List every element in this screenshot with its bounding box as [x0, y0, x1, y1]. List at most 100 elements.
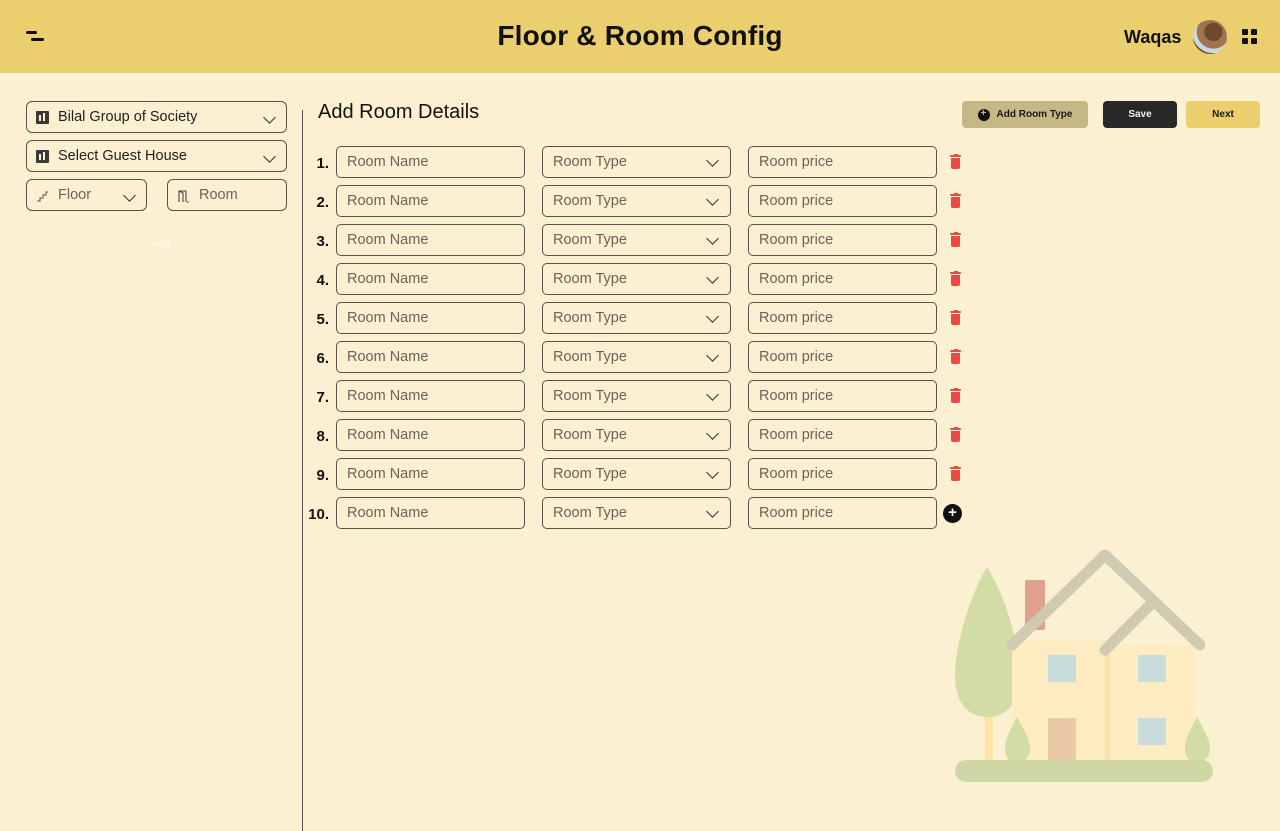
- building-icon: [36, 110, 49, 124]
- room-name-input[interactable]: Room Name: [336, 497, 525, 529]
- guest-house-select[interactable]: Select Guest House: [26, 140, 287, 172]
- add-button[interactable]: Add: [152, 238, 170, 249]
- row-number: 5.: [316, 311, 329, 328]
- room-price-input[interactable]: Room price: [748, 419, 937, 451]
- room-input[interactable]: Room: [167, 179, 287, 211]
- room-price-input[interactable]: Room price: [748, 263, 937, 295]
- room-row: 8. Room Name Room Type Room price: [300, 419, 980, 451]
- room-row: 2. Room Name Room Type Room price: [300, 185, 980, 217]
- house-illustration: [955, 549, 1213, 782]
- chevron-down-icon: [706, 505, 719, 518]
- room-input-placeholder: Room: [199, 187, 238, 203]
- floor-select[interactable]: Floor: [26, 179, 147, 211]
- room-price-input[interactable]: Room price: [748, 341, 937, 373]
- room-name-input[interactable]: Room Name: [336, 224, 525, 256]
- room-price-placeholder: Room price: [759, 232, 834, 248]
- trash-icon[interactable]: [950, 231, 961, 247]
- room-type-select[interactable]: Room Type: [542, 341, 731, 373]
- room-name-placeholder: Room Name: [347, 388, 429, 404]
- trash-icon[interactable]: [950, 387, 961, 403]
- room-type-select[interactable]: Room Type: [542, 146, 731, 178]
- room-type-placeholder: Room Type: [553, 310, 627, 326]
- room-type-select[interactable]: Room Type: [542, 380, 731, 412]
- room-name-placeholder: Room Name: [347, 310, 429, 326]
- avatar[interactable]: [1193, 20, 1227, 54]
- door-icon: [177, 189, 190, 203]
- username[interactable]: Waqas: [1124, 27, 1181, 48]
- room-type-select[interactable]: Room Type: [542, 497, 731, 529]
- room-price-placeholder: Room price: [759, 154, 834, 170]
- room-type-select[interactable]: Room Type: [542, 419, 731, 451]
- chevron-down-icon: [123, 189, 136, 202]
- room-type-select[interactable]: Room Type: [542, 185, 731, 217]
- row-number: 3.: [316, 233, 329, 250]
- room-name-input[interactable]: Room Name: [336, 146, 525, 178]
- add-room-type-button[interactable]: Add Room Type: [962, 101, 1088, 128]
- plus-circle-icon: [977, 108, 990, 121]
- trash-icon[interactable]: [950, 465, 961, 481]
- row-number: 6.: [316, 350, 329, 367]
- row-number: 4.: [316, 272, 329, 289]
- trash-icon[interactable]: [950, 192, 961, 208]
- trash-icon[interactable]: [950, 270, 961, 286]
- room-row: 4. Room Name Room Type Room price: [300, 263, 980, 295]
- room-price-input[interactable]: Room price: [748, 224, 937, 256]
- grid-icon[interactable]: [1242, 29, 1257, 44]
- room-name-placeholder: Room Name: [347, 193, 429, 209]
- save-button[interactable]: Save: [1103, 101, 1177, 128]
- trash-icon[interactable]: [950, 153, 961, 169]
- room-price-input[interactable]: Room price: [748, 146, 937, 178]
- chevron-down-icon: [706, 388, 719, 401]
- room-price-input[interactable]: Room price: [748, 380, 937, 412]
- room-name-input[interactable]: Room Name: [336, 458, 525, 490]
- society-select-value: Bilal Group of Society: [58, 109, 198, 125]
- room-price-input[interactable]: Room price: [748, 185, 937, 217]
- room-type-select[interactable]: Room Type: [542, 263, 731, 295]
- room-name-input[interactable]: Room Name: [336, 380, 525, 412]
- chevron-down-icon: [706, 466, 719, 479]
- room-row: 10. Room Name Room Type Room price +: [300, 497, 980, 529]
- society-select[interactable]: Bilal Group of Society: [26, 101, 287, 133]
- room-price-placeholder: Room price: [759, 466, 834, 482]
- room-name-input[interactable]: Room Name: [336, 419, 525, 451]
- chevron-down-icon: [706, 193, 719, 206]
- chevron-down-icon: [706, 349, 719, 362]
- room-price-input[interactable]: Room price: [748, 458, 937, 490]
- trash-icon[interactable]: [950, 426, 961, 442]
- room-type-select[interactable]: Room Type: [542, 224, 731, 256]
- row-number: 1.: [316, 155, 329, 172]
- room-price-input[interactable]: Room price: [748, 497, 937, 529]
- trash-icon[interactable]: [950, 309, 961, 325]
- chevron-down-icon: [263, 111, 276, 124]
- guest-house-select-value: Select Guest House: [58, 148, 187, 164]
- room-row: 5. Room Name Room Type Room price: [300, 302, 980, 334]
- next-button[interactable]: Next: [1186, 101, 1260, 128]
- room-name-input[interactable]: Room Name: [336, 302, 525, 334]
- room-row: 7. Room Name Room Type Room price: [300, 380, 980, 412]
- room-type-placeholder: Room Type: [553, 193, 627, 209]
- room-name-placeholder: Room Name: [347, 154, 429, 170]
- room-name-input[interactable]: Room Name: [336, 185, 525, 217]
- room-price-placeholder: Room price: [759, 505, 834, 521]
- room-type-placeholder: Room Type: [553, 349, 627, 365]
- room-name-placeholder: Room Name: [347, 427, 429, 443]
- room-row: 9. Room Name Room Type Room price: [300, 458, 980, 490]
- chevron-down-icon: [706, 232, 719, 245]
- room-type-placeholder: Room Type: [553, 388, 627, 404]
- row-number: 8.: [316, 428, 329, 445]
- room-type-select[interactable]: Room Type: [542, 458, 731, 490]
- trash-icon[interactable]: [950, 348, 961, 364]
- room-name-input[interactable]: Room Name: [336, 341, 525, 373]
- room-price-input[interactable]: Room price: [748, 302, 937, 334]
- chevron-down-icon: [706, 271, 719, 284]
- room-type-placeholder: Room Type: [553, 505, 627, 521]
- room-type-placeholder: Room Type: [553, 466, 627, 482]
- add-row-button[interactable]: +: [943, 504, 962, 523]
- stairs-icon: [36, 189, 49, 202]
- room-type-select[interactable]: Room Type: [542, 302, 731, 334]
- room-name-input[interactable]: Room Name: [336, 263, 525, 295]
- building-icon: [36, 149, 49, 163]
- room-price-placeholder: Room price: [759, 388, 834, 404]
- room-type-placeholder: Room Type: [553, 232, 627, 248]
- room-name-placeholder: Room Name: [347, 466, 429, 482]
